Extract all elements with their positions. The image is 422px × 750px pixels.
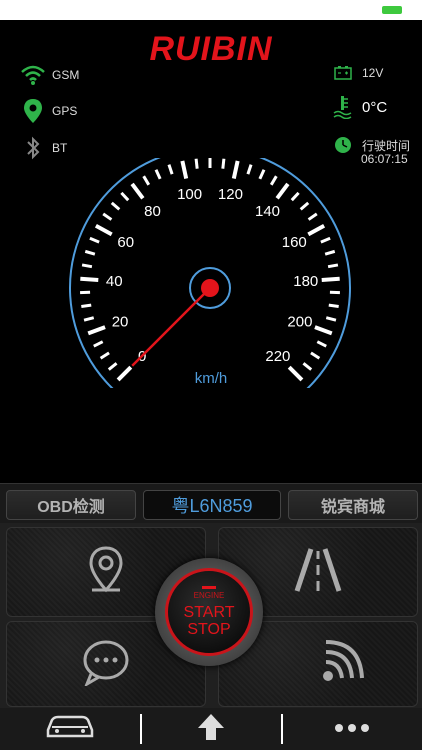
gauge-minor-tick	[110, 201, 121, 211]
gauge-tick-label: 100	[177, 186, 202, 203]
start-label: START	[183, 604, 235, 621]
drive-time-value: 06:07:15	[361, 152, 408, 166]
location-pin-icon	[20, 98, 46, 124]
stop-label: STOP	[187, 621, 231, 638]
chat-bubble-icon	[81, 638, 131, 691]
gauge-minor-tick	[89, 236, 100, 244]
gsm-label: GSM	[52, 68, 80, 82]
gauge-major-tick	[314, 325, 333, 336]
speedometer: 020406080100120140160180200220	[69, 158, 351, 388]
voltage-status: 12V	[330, 60, 383, 86]
gauge-major-tick	[307, 223, 326, 237]
gsm-status: GSM	[20, 62, 79, 88]
gauge-major-tick	[321, 276, 340, 283]
gauge-major-tick	[130, 182, 145, 200]
gauge-major-tick	[231, 160, 240, 179]
road-icon	[293, 545, 343, 600]
gauge-minor-tick	[194, 158, 199, 169]
gauge-minor-tick	[246, 164, 253, 175]
drive-time-label: 行驶时间	[362, 138, 411, 153]
gauge-minor-tick	[325, 316, 337, 322]
gauge-minor-tick	[93, 340, 104, 348]
temperature-value: 0°C	[362, 98, 388, 116]
gauge-needle	[131, 287, 211, 367]
gauge-tick-label: 160	[282, 234, 307, 251]
gauge-minor-tick	[154, 169, 162, 180]
coolant-temperature-icon	[330, 94, 356, 120]
engine-label: ENGINE	[193, 591, 225, 600]
gauge-major-tick	[94, 223, 113, 237]
engine-indicator	[202, 586, 216, 589]
engine-start-stop-face: ENGINE START STOP	[165, 568, 253, 656]
temperature-status: 0°C	[330, 94, 387, 120]
gauge-tick-label: 40	[106, 273, 123, 290]
gauge-minor-tick	[81, 263, 93, 269]
gauge-minor-tick	[320, 236, 331, 244]
gauge-tick-label: 60	[117, 234, 134, 251]
more-dots-icon	[334, 720, 370, 738]
voltage-value: 12V	[362, 66, 384, 80]
battery-icon	[330, 60, 356, 86]
gauge-minor-tick	[328, 303, 339, 308]
gauge-tick-label: 20	[112, 314, 129, 331]
wifi-signal-icon	[20, 62, 46, 88]
gauge-needle-hub	[201, 279, 219, 297]
nav-more[interactable]	[282, 708, 422, 750]
gps-label: GPS	[52, 104, 78, 118]
speed-unit: km/h	[194, 370, 228, 387]
gauge-minor-tick	[84, 249, 96, 256]
phone-battery-icon	[382, 6, 402, 14]
function-tabs: OBD检测 粤L6N859 锐宾商城	[0, 483, 422, 525]
gauge-minor-tick	[83, 316, 95, 322]
gauge-tick-label: 120	[218, 186, 243, 203]
clock-icon	[330, 132, 356, 158]
signal-waves-icon	[318, 638, 368, 691]
tab-shop[interactable]: 锐宾商城	[288, 490, 418, 520]
gauge-minor-tick	[221, 158, 226, 169]
gauge-minor-tick	[120, 191, 130, 202]
gauge-minor-tick	[327, 263, 339, 269]
gauge-minor-tick	[142, 175, 151, 186]
bottom-navigation	[0, 708, 422, 750]
gauge-tick-label: 200	[287, 314, 312, 331]
car-icon	[44, 714, 96, 745]
gauge-major-tick	[87, 325, 106, 336]
gauge-minor-tick	[258, 169, 266, 180]
gauge-tick-label: 80	[144, 203, 161, 220]
gauge-minor-tick	[310, 351, 321, 360]
gauge-minor-tick	[81, 303, 92, 308]
bluetooth-icon	[20, 135, 46, 161]
gauge-major-tick	[275, 182, 290, 200]
tab-obd[interactable]: OBD检测	[6, 490, 136, 520]
gauge-tick-label: 220	[265, 348, 290, 365]
gauge-minor-tick	[167, 164, 174, 175]
engine-start-stop-button[interactable]: ENGINE START STOP	[155, 558, 263, 666]
bt-label: BT	[52, 141, 68, 155]
gauge-tick-label: 180	[293, 273, 318, 290]
gauge-minor-tick	[269, 175, 278, 186]
gauge-major-tick	[80, 276, 99, 283]
gauge-minor-tick	[324, 249, 336, 256]
gps-status: GPS	[20, 98, 77, 124]
gauge-minor-tick	[302, 362, 313, 371]
gauge-minor-tick	[290, 191, 300, 202]
gauge-minor-tick	[99, 351, 110, 360]
license-plate[interactable]: 粤L6N859	[143, 490, 281, 520]
gauge-tick-label: 140	[255, 203, 280, 220]
up-arrow-icon	[196, 712, 226, 747]
nav-home[interactable]	[141, 708, 281, 750]
gauge-minor-tick	[316, 340, 327, 348]
status-bar	[0, 0, 422, 20]
gauge-minor-tick	[307, 212, 318, 221]
gauge-minor-tick	[299, 201, 310, 211]
nav-car[interactable]	[0, 708, 140, 750]
gauge-major-tick	[180, 160, 189, 179]
gauge-minor-tick	[107, 362, 118, 371]
gauge-minor-tick	[102, 212, 113, 221]
location-pin-icon	[88, 545, 124, 599]
